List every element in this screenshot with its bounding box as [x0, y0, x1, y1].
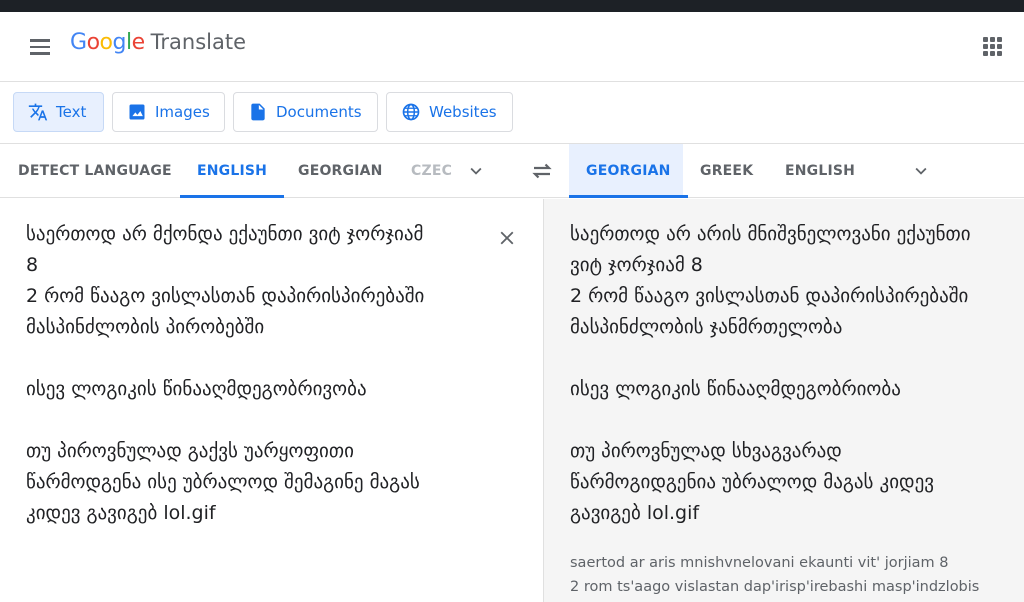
translate-wordmark: Translate	[150, 30, 246, 54]
tab-source-english[interactable]: ENGLISH	[180, 144, 285, 198]
images-mode-label: Images	[155, 103, 210, 121]
globe-icon	[401, 102, 421, 122]
websites-mode-button[interactable]: Websites	[386, 92, 513, 132]
apps-grid-icon[interactable]	[983, 37, 1003, 57]
source-panel: საერთოდ არ მქონდა ექაუნთი ვიტ ჯორჯიამ 8 …	[0, 199, 543, 602]
swap-languages-icon[interactable]	[528, 158, 556, 184]
translation-mode-bar: Text Images Documents Websites	[0, 82, 1024, 144]
browser-top-strip	[0, 0, 1024, 12]
google-letter: G	[70, 30, 87, 55]
chevron-down-icon[interactable]	[465, 160, 487, 182]
text-mode-button[interactable]: Text	[13, 92, 104, 132]
google-translate-logo[interactable]: Google Translate	[70, 30, 246, 64]
tab-source-georgian[interactable]: GEORGIAN	[298, 144, 383, 198]
language-bar: DETECT LANGUAGE ENGLISH GEORGIAN CZEC GE…	[0, 144, 1024, 198]
menu-icon[interactable]	[28, 35, 52, 59]
close-icon[interactable]	[496, 227, 518, 249]
documents-mode-label: Documents	[276, 103, 362, 121]
translation-output: საერთოდ არ არის მნიშვნელოვანი ექაუნთი ვი…	[570, 223, 971, 524]
google-letter: o	[99, 30, 113, 55]
google-letter: e	[131, 30, 146, 55]
tab-source-czech[interactable]: CZEC	[411, 144, 452, 198]
websites-mode-label: Websites	[429, 103, 497, 121]
image-icon	[127, 102, 147, 122]
transliteration-text: saertod ar aris mnishvnelovani ekaunti v…	[570, 555, 980, 595]
documents-mode-button[interactable]: Documents	[233, 92, 378, 132]
text-mode-label: Text	[56, 103, 87, 121]
source-textarea[interactable]: საერთოდ არ მქონდა ექაუნთი ვიტ ჯორჯიამ 8 …	[26, 219, 486, 529]
app-header: Google Translate	[0, 12, 1024, 82]
translate-icon	[28, 102, 48, 122]
tab-target-english[interactable]: ENGLISH	[785, 144, 855, 198]
images-mode-button[interactable]: Images	[112, 92, 225, 132]
chevron-down-icon[interactable]	[910, 160, 932, 182]
google-letter: g	[112, 30, 127, 55]
google-letter: o	[86, 30, 100, 55]
document-icon	[248, 102, 268, 122]
translation-panel: საერთოდ არ არის მნიშვნელოვანი ექაუნთი ვი…	[543, 199, 1024, 602]
google-wordmark: Google	[70, 30, 145, 55]
tab-target-georgian[interactable]: GEORGIAN	[569, 144, 688, 198]
tab-detect-language[interactable]: DETECT LANGUAGE	[18, 144, 172, 198]
tab-target-greek[interactable]: GREEK	[700, 144, 753, 198]
